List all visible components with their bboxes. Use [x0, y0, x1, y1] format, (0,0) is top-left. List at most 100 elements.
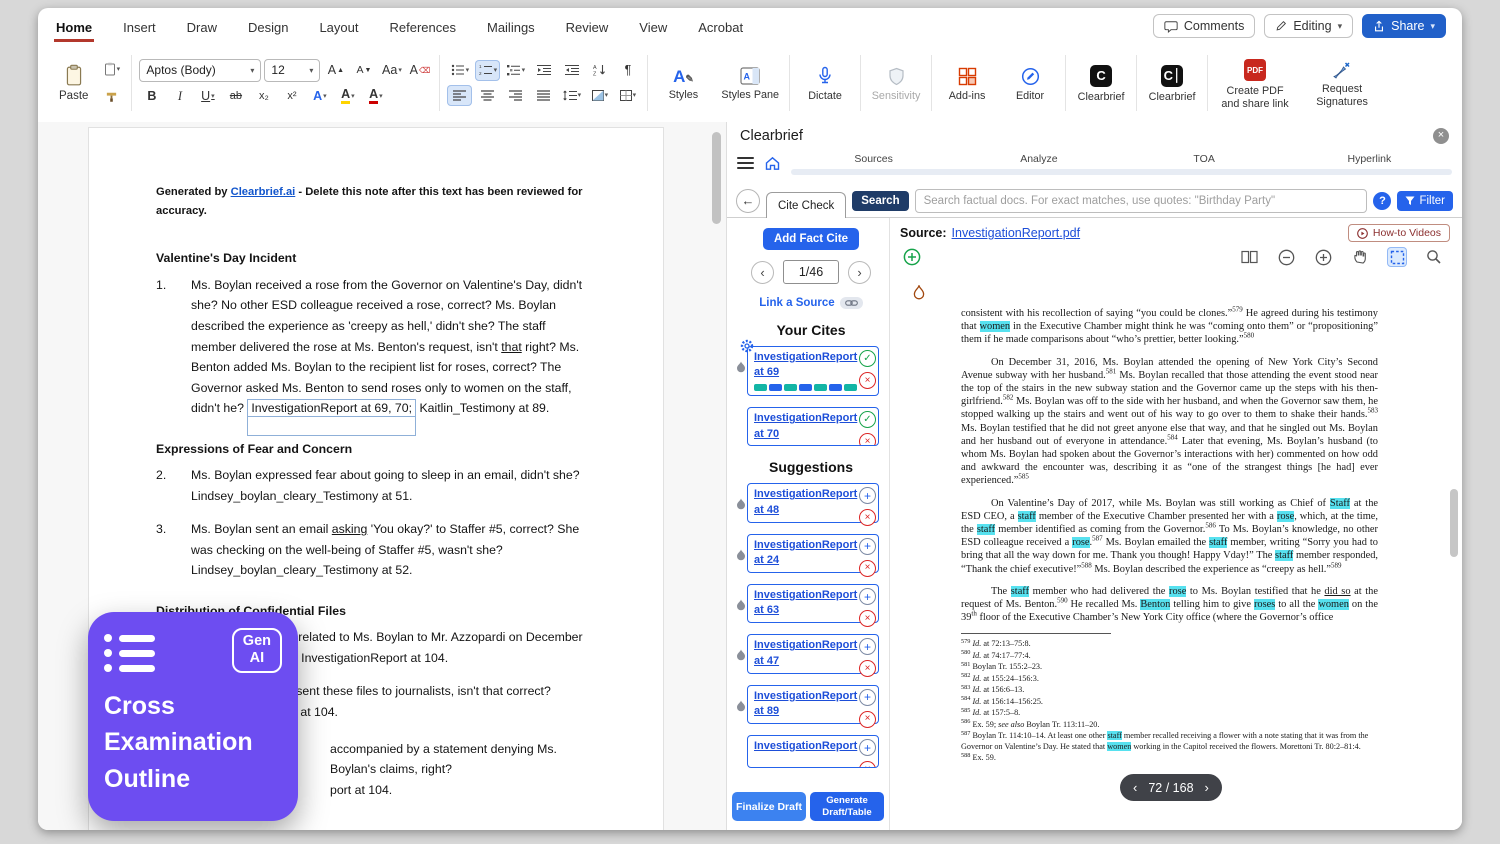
clear-formatting-button[interactable]: A⌫ — [407, 60, 432, 81]
font-color-button[interactable]: A▾ — [363, 86, 388, 107]
dismiss-suggestion-button[interactable]: × — [859, 761, 876, 768]
step-sources[interactable]: Sources — [791, 151, 956, 165]
accept-cite-button[interactable]: ✓ — [859, 350, 876, 367]
prev-cite-button[interactable]: ‹ — [751, 261, 774, 284]
home-icon[interactable] — [764, 155, 781, 172]
dictate-button[interactable]: Dictate — [797, 60, 853, 104]
tab-view[interactable]: View — [637, 11, 669, 42]
add-suggestion-button[interactable]: + — [859, 689, 876, 706]
shading-button[interactable]: ▾ — [587, 85, 612, 106]
document-scrollbar[interactable] — [712, 128, 722, 820]
show-paragraph-marks-button[interactable]: ¶ — [615, 60, 640, 81]
cite-page-indicator[interactable]: 1/46 — [783, 260, 839, 284]
add-fact-cite-button[interactable]: Add Fact Cite — [763, 228, 859, 250]
add-suggestion-button[interactable]: + — [859, 739, 876, 756]
suggestion-card[interactable]: InvestigationReport at 48+× — [747, 483, 879, 522]
suggestion-card[interactable]: InvestigationReport at 47+× — [747, 634, 879, 673]
gear-icon[interactable] — [739, 338, 755, 354]
bullet-list-button[interactable]: ▾ — [447, 60, 472, 81]
suggestion-card[interactable]: InvestigationReport at 24+× — [747, 534, 879, 573]
tab-acrobat[interactable]: Acrobat — [696, 11, 745, 42]
styles-button[interactable]: A✎ Styles — [655, 62, 711, 103]
comments-button[interactable]: Comments — [1153, 14, 1255, 38]
bold-button[interactable]: B — [139, 86, 164, 107]
zoom-in-button[interactable] — [1313, 247, 1333, 267]
text-effects-button[interactable]: A▾ — [307, 86, 332, 107]
filter-button[interactable]: Filter — [1397, 191, 1453, 211]
justify-button[interactable] — [531, 85, 556, 106]
link-a-source-button[interactable]: Link a Source — [739, 297, 883, 309]
reject-cite-button[interactable]: × — [859, 372, 876, 389]
search-document-button[interactable] — [1424, 247, 1444, 267]
multilevel-list-button[interactable]: ▾ — [503, 60, 528, 81]
add-annotation-button[interactable] — [902, 247, 922, 267]
clearbrief-ai-link[interactable]: Clearbrief.ai — [231, 186, 296, 198]
tab-layout[interactable]: Layout — [317, 11, 360, 42]
cite-check-tab[interactable]: Cite Check — [766, 192, 846, 218]
generate-draft-table-button[interactable]: Generate Draft/Table — [810, 792, 884, 821]
share-button[interactable]: Share▾ — [1362, 14, 1446, 38]
add-suggestion-button[interactable]: + — [859, 487, 876, 504]
paste-button[interactable]: Paste — [52, 60, 95, 106]
align-left-button[interactable] — [447, 85, 472, 106]
dismiss-suggestion-button[interactable]: × — [859, 610, 876, 627]
change-case-button[interactable]: Aa▾ — [379, 60, 404, 81]
styles-pane-button[interactable]: A Styles Pane — [718, 61, 782, 103]
editing-mode-button[interactable]: Editing▾ — [1264, 14, 1353, 38]
subscript-button[interactable]: x₂ — [251, 86, 276, 107]
your-cite-card[interactable]: InvestigationReport at 69✓ × — [747, 346, 879, 396]
add-suggestion-button[interactable]: + — [859, 638, 876, 655]
grow-font-button[interactable]: A▲ — [323, 60, 348, 81]
format-painter-button[interactable] — [99, 86, 124, 107]
source-file-link[interactable]: InvestigationReport.pdf — [952, 226, 1081, 240]
pdf-next-page-button[interactable]: › — [1205, 780, 1209, 795]
add-suggestion-button[interactable]: + — [859, 538, 876, 555]
paste-options-button[interactable]: ▾ — [99, 59, 124, 80]
suggestion-link[interactable]: InvestigationReport at 89 — [754, 689, 857, 719]
add-ins-button[interactable]: Add-ins — [939, 61, 995, 104]
finalize-draft-button[interactable]: Finalize Draft — [732, 792, 806, 821]
tab-insert[interactable]: Insert — [121, 11, 158, 42]
italic-button[interactable]: I — [167, 86, 192, 107]
suggestion-card[interactable]: InvestigationReport+ × — [747, 735, 879, 768]
tab-draw[interactable]: Draw — [185, 11, 219, 42]
shrink-font-button[interactable]: A▼ — [351, 60, 376, 81]
pan-hand-button[interactable] — [1350, 247, 1370, 267]
editor-button[interactable]: Editor — [1002, 61, 1058, 104]
tab-design[interactable]: Design — [246, 11, 290, 42]
suggestion-link[interactable]: InvestigationReport at 63 — [754, 588, 857, 618]
your-cite-card[interactable]: InvestigationReport at 70✓× — [747, 407, 879, 446]
strikethrough-button[interactable]: ab — [223, 86, 248, 107]
step-analyze[interactable]: Analyze — [956, 151, 1121, 165]
decrease-indent-button[interactable] — [531, 60, 556, 81]
sensitivity-button[interactable]: Sensitivity — [868, 61, 924, 104]
dismiss-suggestion-button[interactable]: × — [859, 660, 876, 677]
sort-button[interactable]: AZ — [587, 60, 612, 81]
reject-cite-button[interactable]: × — [859, 433, 876, 446]
clearbrief-ribbon-button-a[interactable]: C Clearbrief — [1073, 59, 1129, 105]
document-scrollbar-thumb[interactable] — [712, 132, 721, 224]
suggestion-card[interactable]: InvestigationReport at 63+× — [747, 584, 879, 623]
borders-button[interactable]: ▾ — [615, 85, 640, 106]
dismiss-suggestion-button[interactable]: × — [859, 560, 876, 577]
tab-mailings[interactable]: Mailings — [485, 11, 537, 42]
how-to-videos-button[interactable]: How-to Videos — [1348, 224, 1450, 242]
step-hyperlink[interactable]: Hyperlink — [1287, 151, 1452, 165]
pdf-scrollbar[interactable] — [1450, 273, 1459, 830]
pdf-viewport[interactable]: consistent with his recollection of sayi… — [890, 273, 1462, 830]
suggestion-link[interactable]: InvestigationReport at 47 — [754, 638, 857, 668]
page-layout-button[interactable] — [1239, 247, 1259, 267]
inline-citation-box[interactable]: InvestigationReport at 69, 70; — [247, 399, 416, 417]
highlight-color-button[interactable]: A▾ — [335, 86, 360, 107]
increase-indent-button[interactable] — [559, 60, 584, 81]
cite-link[interactable]: InvestigationReport at 69 — [754, 350, 857, 380]
font-name-select[interactable]: Aptos (Body)▾ — [139, 59, 261, 82]
suggestion-link[interactable]: InvestigationReport at 48 — [754, 487, 857, 517]
cite-link[interactable]: InvestigationReport at 70 — [754, 411, 857, 441]
tab-review[interactable]: Review — [564, 11, 611, 42]
suggestion-link[interactable]: InvestigationReport — [754, 739, 857, 754]
next-cite-button[interactable]: › — [848, 261, 871, 284]
numbered-list-button[interactable]: 12▾ — [475, 60, 500, 81]
align-right-button[interactable] — [503, 85, 528, 106]
dismiss-suggestion-button[interactable]: × — [859, 711, 876, 728]
